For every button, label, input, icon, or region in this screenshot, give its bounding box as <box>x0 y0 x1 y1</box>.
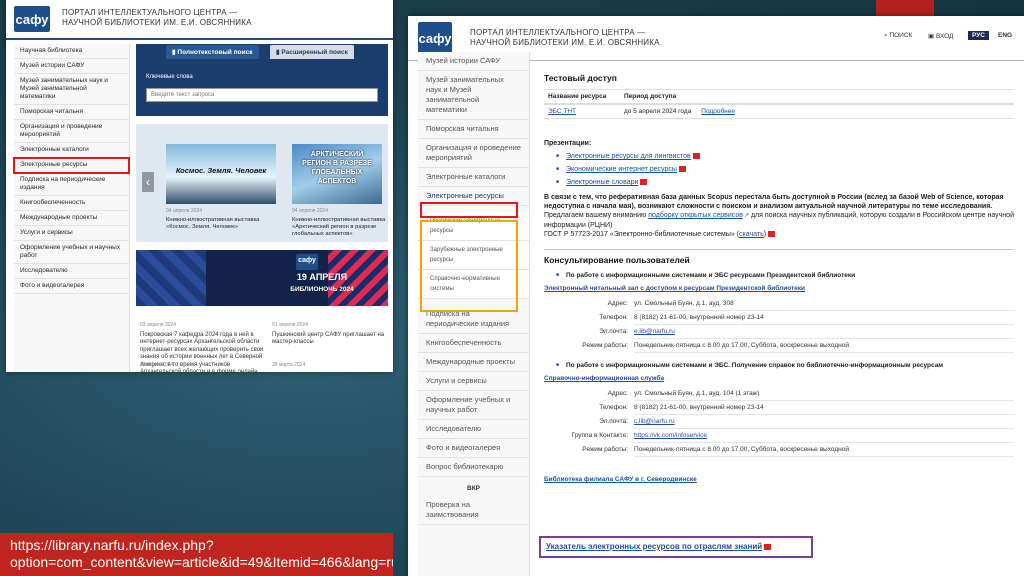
search-input[interactable]: Введите текст запроса <box>146 88 378 102</box>
sidebar-item-electronic-resources[interactable]: Электронные ресурсы <box>13 157 130 174</box>
presentation-link[interactable]: Электронные ресурсы для лингвистов <box>566 153 691 160</box>
sidebar-item[interactable]: Оформление учебных и научных работ <box>14 241 129 264</box>
sidebar-item[interactable]: Исследователю <box>418 420 529 439</box>
pdf-icon <box>692 153 700 160</box>
access-period: до 5 апреля 2024 года <box>624 108 692 115</box>
safu-logo[interactable]: сафу <box>418 22 452 54</box>
sidebar-item[interactable]: Книгообеспеченность <box>418 334 529 353</box>
sidebar-item[interactable]: Поморская читальня <box>14 105 129 120</box>
sidebar-item[interactable]: Книгообеспеченность <box>14 196 129 211</box>
pdf-icon <box>768 231 776 238</box>
portal-title: ПОРТАЛ ИНТЕЛЛЕКТУАЛЬНОГО ЦЕНТРА — НАУЧНО… <box>62 8 252 27</box>
email-link-2[interactable]: c.lib@narfu.ru <box>634 418 675 425</box>
sidebar-item[interactable]: Организация и проведение мероприятий <box>14 120 129 143</box>
lang-en-button[interactable]: ENG <box>998 32 1012 39</box>
sidebar-item[interactable]: Музей истории САФУ <box>418 52 529 71</box>
link-more[interactable]: Подробнее <box>701 107 735 116</box>
news-carousel: ‹ Космос. Земля. Человек АРКТИЧЕСКИЙ РЕГ… <box>136 124 388 242</box>
sidebar-item[interactable]: Вопрос библиотекарю <box>418 458 529 477</box>
sidebar-item[interactable]: Музей занимательных наук и Музей занимат… <box>418 71 529 120</box>
consult-title: Консультирование пользователей <box>544 255 690 265</box>
presentation-link[interactable]: Экономические интернет ресурсы <box>566 166 677 173</box>
news-item-2[interactable]: 01 апреля 2024 Пушкинский центр САФУ приг… <box>272 322 390 347</box>
sidebar-item[interactable]: Услуги и сервисы <box>418 372 529 391</box>
pdf-icon <box>640 179 648 186</box>
screenshot-electronic-resources: сафу ПОРТАЛ ИНТЕЛЛЕКТУАЛЬНОГО ЦЕНТРА — Н… <box>408 16 1024 576</box>
highlight-electronic-resources <box>420 202 518 218</box>
header: сафу ПОРТАЛ ИНТЕЛЛЕКТУАЛЬНОГО ЦЕНТРА — Н… <box>6 0 393 40</box>
link-reference-service[interactable]: Справочно-информационная служба <box>544 374 1014 383</box>
slide-image-arctic[interactable]: АРКТИЧЕСКИЙ РЕГИОН В РАЗРЕЗЕ ГЛОБАЛЬНЫХ … <box>292 144 382 204</box>
screenshot-library-home: сафу ПОРТАЛ ИНТЕЛЛЕКТУАЛЬНОГО ЦЕНТРА — Н… <box>6 0 393 372</box>
sidebar-item[interactable]: Исследователю <box>14 264 129 279</box>
news-date-3: 29 марта 2024 <box>140 362 174 368</box>
portal-title: ПОРТАЛ ИНТЕЛЛЕКТУАЛЬНОГО ЦЕНТРА — НАУЧНО… <box>470 28 660 47</box>
news-date-4: 28 марта 2024 <box>272 362 306 368</box>
search-link[interactable]: ⌕ ПОИСК <box>884 32 912 40</box>
link-download-gost[interactable]: скачать <box>739 231 764 238</box>
sidebar-nav: Научная библиотека Музей истории САФУ Музе… <box>13 44 130 372</box>
contact-table-1: Адрес: ул. Смольный Буян, д.1, ауд. 308 Т… <box>544 297 1014 353</box>
lang-ru-button[interactable]: РУС <box>968 31 989 40</box>
link-severodvinsk-branch[interactable]: Библиотека филиала САФУ в г. Северодвинс… <box>544 475 1014 484</box>
gost-line: ГОСТ Р 57723-2017 «Электронно-библиотечн… <box>544 230 1014 239</box>
slide-image-space[interactable]: Космос. Земля. Человек <box>166 144 276 204</box>
sidebar-item[interactable]: Фото и видеогалерея <box>418 439 529 458</box>
open-services-paragraph: Предлагаем вашему вниманию подборку откр… <box>544 212 1014 229</box>
tab-advanced-search[interactable]: ▮ Расширенный поиск <box>270 45 354 59</box>
contact-table-2: Адрес: ул. Смольный Буян, д.1, ауд. 104 (… <box>544 387 1014 457</box>
chevron-left-icon[interactable]: ‹ <box>142 172 154 192</box>
highlight-subitems <box>420 220 518 312</box>
sidebar-item[interactable]: Фото и видеогалерея <box>14 279 129 294</box>
test-access-table: Название ресурса Период доступа <box>544 89 1014 104</box>
link-open-services[interactable]: подборку открытых сервисов <box>648 212 743 219</box>
pdf-icon <box>678 166 686 173</box>
safu-logo[interactable]: сафу <box>14 6 50 32</box>
login-link[interactable]: ▣ ВХОД <box>928 32 953 40</box>
sidebar-item[interactable]: Научная библиотека <box>14 44 129 59</box>
presentation-item: Электронные ресурсы для лингвистов <box>544 152 1014 161</box>
test-access-title: Тестовый доступ <box>544 73 617 83</box>
vk-group-link[interactable]: https://vk.com/infoservice <box>634 432 707 439</box>
sidebar-item[interactable]: Международные проекты <box>14 211 129 226</box>
sidebar-item[interactable]: Услуги и сервисы <box>14 226 129 241</box>
slide-caption-1[interactable]: 04 апреля 2024 Книжно-иллюстративная выст… <box>166 208 278 231</box>
pdf-icon <box>764 543 772 550</box>
presentations-title: Презентации: <box>544 140 592 147</box>
banner-event: БИБЛИОНОЧЬ 2024 <box>290 286 354 293</box>
slide-caption-2[interactable]: 04 апреля 2024 Книжно-иллюстративная выст… <box>292 208 388 238</box>
sidebar-item-plagiarism-check[interactable]: Проверка на заимствования <box>418 496 529 525</box>
search-icon: ⌕ <box>884 32 888 39</box>
sidebar-item[interactable]: Поморская читальня <box>418 120 529 139</box>
link-presidential-library[interactable]: Электронный читальный зал с доступом к р… <box>544 284 1014 293</box>
sidebar-item[interactable]: Электронные каталоги <box>418 168 529 187</box>
link-ebs-tnt[interactable]: ЭБС ТНТ <box>548 107 614 116</box>
sidebar-item[interactable]: Подписка на периодические издания <box>14 173 129 196</box>
presentation-item: Экономические интернет ресурсы <box>544 165 1014 174</box>
biblionight-banner[interactable]: сафу 19 АПРЕЛЯ БИБЛИОНОЧЬ 2024 <box>136 250 388 306</box>
sidebar-item[interactable]: Электронные каталоги <box>14 143 129 158</box>
consult-item-1: По работе с информационными системами и … <box>544 271 1014 280</box>
tab-fulltext-search[interactable]: ▮ Полнотекстовый поиск <box>166 45 259 59</box>
presentation-link[interactable]: Электронные словари <box>566 179 638 186</box>
email-link-1[interactable]: e.lib@narfu.ru <box>634 328 675 335</box>
scopus-notice: В связи с тем, что реферативная база дан… <box>544 194 1004 210</box>
presentation-item: Электронные словари <box>544 178 1014 187</box>
consult-item-2: По работе с информационными системами и … <box>544 361 1014 370</box>
link-resource-index[interactable]: Указатель электронных ресурсов по отрасл… <box>546 542 772 551</box>
main-content: Тестовый доступ Название ресурса Период … <box>544 68 1014 484</box>
sidebar-item[interactable]: Организация и проведение мероприятий <box>418 139 529 168</box>
vkr-heading: ВКР <box>467 485 480 492</box>
sidebar-item[interactable]: Международные проекты <box>418 353 529 372</box>
search-label: Ключевые слова <box>146 74 193 80</box>
sidebar-item[interactable]: Музей истории САФУ <box>14 59 129 74</box>
banner-date: 19 АПРЕЛЯ <box>296 272 348 282</box>
sidebar-item[interactable]: Оформление учебных и научных работ <box>418 391 529 420</box>
url-caption: https://library.narfu.ru/index.php?optio… <box>0 533 393 576</box>
sidebar-item[interactable]: Музей занимательных наук и Музей занимат… <box>14 74 129 105</box>
sidebar-nav: Музей истории САФУ Музей занимательных на… <box>418 52 530 576</box>
lock-icon: ▣ <box>928 33 935 40</box>
